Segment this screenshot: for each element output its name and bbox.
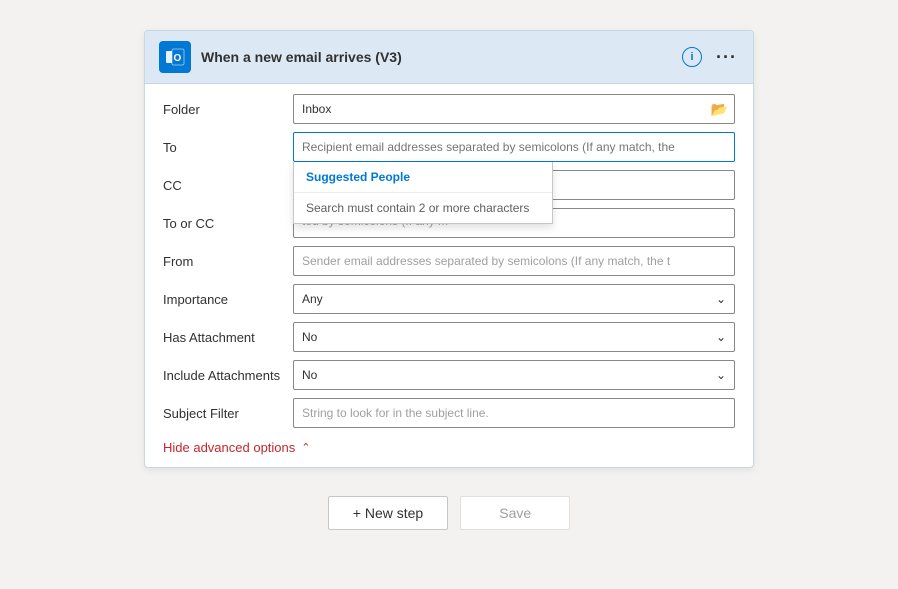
- to-input[interactable]: [293, 132, 735, 162]
- search-hint-text: Search must contain 2 or more characters: [294, 193, 552, 223]
- include-attachments-dropdown[interactable]: No ⌄: [293, 360, 735, 390]
- to-input-wrapper: Suggested People Search must contain 2 o…: [293, 132, 735, 162]
- suggested-people-option[interactable]: Suggested People: [294, 162, 552, 193]
- subject-filter-label: Subject Filter: [163, 406, 293, 421]
- chevron-up-icon: ⌃: [301, 441, 310, 454]
- folder-value: Inbox: [302, 102, 331, 116]
- folder-row: Folder Inbox 📂: [163, 94, 735, 124]
- folder-input[interactable]: Inbox 📂: [293, 94, 735, 124]
- importance-label: Importance: [163, 292, 293, 307]
- cc-label: CC: [163, 178, 293, 193]
- save-button[interactable]: Save: [460, 496, 570, 530]
- from-input[interactable]: Sender email addresses separated by semi…: [293, 246, 735, 276]
- include-attachments-value: No: [302, 368, 317, 382]
- include-attachments-label: Include Attachments: [163, 368, 293, 383]
- subject-filter-row: Subject Filter String to look for in the…: [163, 398, 735, 428]
- from-row: From Sender email addresses separated by…: [163, 246, 735, 276]
- importance-dropdown[interactable]: Any ⌄: [293, 284, 735, 314]
- has-attachment-value: No: [302, 330, 317, 344]
- has-attachment-dropdown[interactable]: No ⌄: [293, 322, 735, 352]
- card-body: Folder Inbox 📂 To Suggested People Searc…: [145, 84, 753, 467]
- from-label: From: [163, 254, 293, 269]
- to-or-cc-label: To or CC: [163, 216, 293, 231]
- to-row: To Suggested People Search must contain …: [163, 132, 735, 162]
- include-attachments-chevron-icon: ⌄: [716, 368, 726, 382]
- new-step-button[interactable]: + New step: [328, 496, 448, 530]
- bottom-actions: + New step Save: [328, 496, 570, 530]
- from-placeholder: Sender email addresses separated by semi…: [302, 254, 670, 268]
- importance-row: Importance Any ⌄: [163, 284, 735, 314]
- header-actions: i ···: [680, 45, 739, 70]
- more-options-button[interactable]: ···: [714, 45, 739, 70]
- has-attachment-label: Has Attachment: [163, 330, 293, 345]
- hide-options-label: Hide advanced options: [163, 440, 295, 455]
- svg-text:O: O: [174, 53, 182, 64]
- importance-value: Any: [302, 292, 323, 306]
- info-icon: i: [682, 47, 702, 67]
- to-label: To: [163, 140, 293, 155]
- outlook-icon: O: [159, 41, 191, 73]
- importance-chevron-icon: ⌄: [716, 292, 726, 306]
- subject-filter-input[interactable]: String to look for in the subject line.: [293, 398, 735, 428]
- info-button[interactable]: i: [680, 45, 704, 69]
- card-header: O When a new email arrives (V3) i ···: [145, 31, 753, 84]
- subject-filter-placeholder: String to look for in the subject line.: [302, 406, 489, 420]
- folder-icon: 📂: [711, 101, 728, 118]
- folder-label: Folder: [163, 102, 293, 117]
- autocomplete-dropdown: Suggested People Search must contain 2 o…: [293, 162, 553, 224]
- include-attachments-row: Include Attachments No ⌄: [163, 360, 735, 390]
- trigger-card: O When a new email arrives (V3) i ··· Fo…: [144, 30, 754, 468]
- ellipsis-icon: ···: [716, 47, 737, 68]
- has-attachment-row: Has Attachment No ⌄: [163, 322, 735, 352]
- card-title: When a new email arrives (V3): [201, 49, 670, 65]
- has-attachment-chevron-icon: ⌄: [716, 330, 726, 344]
- hide-advanced-options-button[interactable]: Hide advanced options ⌃: [163, 436, 735, 459]
